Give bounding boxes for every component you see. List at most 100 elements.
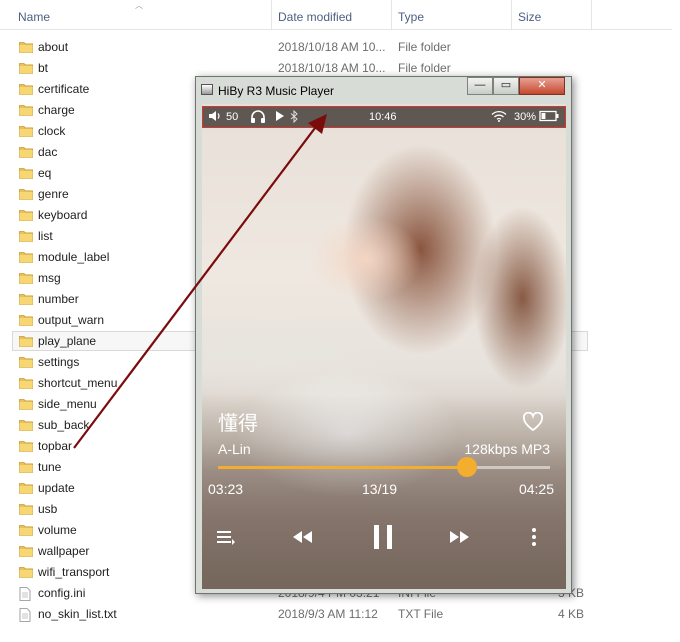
window-title: HiBy R3 Music Player (218, 84, 335, 98)
file-name: dac (38, 145, 58, 159)
file-name: eq (38, 166, 52, 180)
progress-bar[interactable] (218, 457, 550, 477)
rewind-icon[interactable] (288, 522, 316, 552)
file-name: msg (38, 271, 61, 285)
battery-level: 30% (514, 111, 537, 123)
folder-icon (19, 545, 33, 557)
battery-icon (539, 110, 559, 126)
file-icon (19, 608, 33, 622)
scrollbar[interactable] (672, 0, 680, 642)
folder-icon (19, 503, 33, 515)
folder-icon (19, 482, 33, 494)
fast-forward-icon[interactable] (446, 522, 474, 552)
file-name: update (38, 481, 75, 495)
playlist-icon[interactable] (214, 522, 238, 552)
wifi-icon (491, 110, 507, 126)
folder-icon (19, 62, 33, 74)
more-icon[interactable] (524, 522, 544, 552)
audio-quality: 128kbps MP3 (464, 441, 550, 457)
player-screen: 50 10:46 30% 懂得 A-Lin 128kbps MP3 03:23 … (202, 104, 566, 589)
file-name: clock (38, 124, 66, 138)
file-name: bt (38, 61, 49, 75)
folder-icon (19, 146, 33, 158)
maximize-button[interactable]: ▭ (493, 77, 519, 95)
column-name[interactable]: Name (12, 0, 272, 30)
folder-icon (19, 167, 33, 179)
folder-row[interactable]: about 2018/10/18 AM 10... File folder (0, 37, 680, 58)
artist-name: A-Lin (218, 441, 251, 457)
total-duration: 04:25 (518, 481, 554, 497)
file-name: shortcut_menu (38, 376, 118, 390)
player-window: HiBy R3 Music Player — ▭ ✕ 50 10:46 30% … (195, 76, 572, 594)
file-name: wallpaper (38, 544, 90, 558)
file-name: output_warn (38, 313, 105, 327)
folder-icon (19, 83, 33, 95)
folder-icon (19, 230, 33, 242)
file-size: 4 KB (557, 607, 584, 621)
headphones-icon (250, 110, 266, 128)
file-name: keyboard (38, 208, 88, 222)
volume-level: 50 (226, 111, 239, 123)
window-titlebar[interactable]: HiBy R3 Music Player — ▭ ✕ (196, 77, 571, 103)
folder-icon (19, 314, 33, 326)
folder-icon (19, 41, 33, 53)
file-name: certificate (38, 82, 90, 96)
track-index: 13/19 (362, 481, 398, 497)
file-name: no_skin_list.txt (38, 607, 117, 621)
file-type: File folder (398, 40, 451, 54)
column-header: ︿ Name Date modified Type Size (0, 0, 680, 30)
file-type: TXT File (398, 607, 444, 621)
file-name: sub_back (38, 418, 90, 432)
clock-time: 10:46 (369, 111, 397, 123)
folder-icon (19, 251, 33, 263)
folder-icon (19, 398, 33, 410)
file-name: charge (38, 103, 75, 117)
file-date: 2018/10/18 AM 10... (278, 61, 386, 75)
close-button[interactable]: ✕ (519, 77, 565, 95)
folder-icon (19, 293, 33, 305)
file-type: File folder (398, 61, 451, 75)
progress-fill (218, 466, 467, 469)
folder-icon (19, 440, 33, 452)
file-name: volume (38, 523, 77, 537)
status-topbar: 50 10:46 30% (202, 106, 566, 128)
folder-icon (19, 272, 33, 284)
play-icon (275, 110, 285, 126)
file-date: 2018/10/18 AM 10... (278, 40, 386, 54)
file-name: module_label (38, 250, 110, 264)
file-row[interactable]: no_skin_list.txt 2018/9/3 AM 11:12 TXT Fil… (0, 604, 680, 625)
speaker-icon (208, 110, 222, 126)
file-icon (19, 587, 33, 601)
folder-icon (19, 419, 33, 431)
file-name: usb (38, 502, 58, 516)
folder-icon (19, 125, 33, 137)
column-date-modified[interactable]: Date modified (272, 0, 392, 30)
column-type[interactable]: Type (392, 0, 512, 30)
file-name: play_plane (38, 334, 97, 348)
file-name: wifi_transport (38, 565, 110, 579)
heart-icon[interactable] (522, 411, 544, 434)
file-name: settings (38, 355, 80, 369)
file-name: about (38, 40, 69, 54)
folder-icon (19, 566, 33, 578)
file-name: config.ini (38, 586, 86, 600)
song-title: 懂得 (218, 413, 258, 435)
folder-icon (19, 524, 33, 536)
file-name: topbar (38, 439, 73, 453)
file-name: side_menu (38, 397, 97, 411)
folder-icon (19, 377, 33, 389)
file-name: genre (38, 187, 69, 201)
file-date: 2018/9/3 AM 11:12 (278, 607, 378, 621)
bluetooth-icon (290, 109, 298, 127)
file-name: list (38, 229, 53, 243)
elapsed-time: 03:23 (208, 481, 244, 497)
folder-icon (19, 188, 33, 200)
progress-knob[interactable] (457, 457, 477, 477)
minimize-button[interactable]: — (467, 77, 493, 95)
folder-icon (19, 104, 33, 116)
folder-icon (19, 356, 33, 368)
folder-icon (19, 461, 33, 473)
pause-icon[interactable] (367, 522, 399, 552)
column-size[interactable]: Size (512, 0, 592, 30)
file-name: tune (38, 460, 62, 474)
